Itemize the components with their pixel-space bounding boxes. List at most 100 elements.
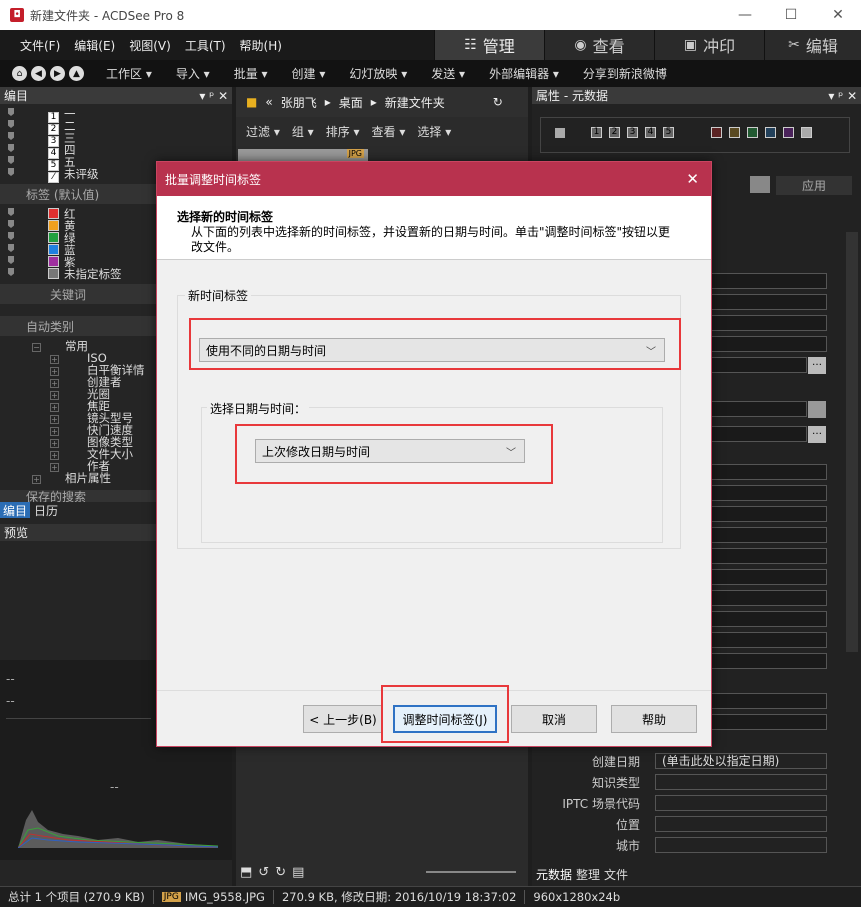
toolbar-workspace[interactable]: 工作区 ▾: [106, 65, 152, 82]
rating-1[interactable]: 1: [591, 127, 602, 138]
knowledge-type-field[interactable]: [655, 774, 827, 790]
chevron-right-icon: ▸: [370, 95, 377, 109]
cancel-button[interactable]: 取消: [511, 705, 597, 733]
expand-icon[interactable]: +: [32, 475, 41, 484]
rating-item[interactable]: 4四: [0, 144, 232, 159]
tab-catalog[interactable]: 编目: [0, 502, 31, 518]
dialog-description: 从下面的列表中选择新的时间标签，并设置新的日期与时间。单击"调整时间标签"按钮以…: [191, 225, 671, 254]
iptc-scene-field[interactable]: [655, 795, 827, 811]
dropdown-arrow[interactable]: [808, 401, 826, 418]
menu-help[interactable]: 帮助(H): [240, 37, 282, 54]
minimize-button[interactable]: —: [722, 0, 768, 30]
menu-file[interactable]: 文件(F): [20, 37, 60, 54]
back-button[interactable]: < 上一步(B): [303, 705, 383, 733]
forward-icon[interactable]: ▶: [50, 66, 65, 81]
breadcrumb-item[interactable]: 张朋飞: [281, 94, 317, 111]
label-swatch[interactable]: [747, 127, 758, 138]
sort-menu[interactable]: 排序 ▾: [326, 123, 360, 140]
label-swatch[interactable]: [801, 127, 812, 138]
mode-edit[interactable]: ✂ 编辑: [764, 30, 861, 60]
expand-icon[interactable]: +: [50, 367, 59, 376]
toolbar-create[interactable]: 创建 ▾: [292, 65, 326, 82]
tab-organize[interactable]: 整理: [576, 866, 600, 883]
expand-icon[interactable]: +: [50, 355, 59, 364]
breadcrumb-item[interactable]: 新建文件夹: [385, 94, 445, 111]
breadcrumb-item[interactable]: 桌面: [339, 94, 363, 111]
dropdown-arrow[interactable]: [750, 176, 770, 193]
breadcrumb-overflow[interactable]: «: [265, 95, 272, 109]
expand-icon[interactable]: +: [50, 403, 59, 412]
maximize-button[interactable]: ☐: [768, 0, 814, 30]
mode-develop[interactable]: ▣ 冲印: [654, 30, 764, 60]
expand-icon[interactable]: +: [50, 463, 59, 472]
rating-item[interactable]: 1一: [0, 108, 232, 123]
label-swatch: [48, 268, 59, 279]
label-swatch[interactable]: [765, 127, 776, 138]
tab-file[interactable]: 文件: [604, 866, 628, 883]
label-swatches: [711, 127, 817, 138]
toolbar-batch[interactable]: 批量 ▾: [234, 65, 268, 82]
dialog-close-icon[interactable]: ✕: [686, 170, 699, 188]
ellipsis-button[interactable]: …: [808, 357, 826, 374]
slideshow-icon[interactable]: ▤: [292, 865, 304, 880]
rating-4[interactable]: 4: [645, 127, 656, 138]
label-swatch[interactable]: [729, 127, 740, 138]
panel-pin-close-icon[interactable]: ▾ ᵖ ✕: [828, 89, 861, 103]
view-menu[interactable]: 查看 ▾: [372, 123, 406, 140]
rotate-right-icon[interactable]: ↻: [275, 865, 286, 880]
expand-icon[interactable]: +: [50, 451, 59, 460]
mode-view[interactable]: ◉ 查看: [544, 30, 654, 60]
checkbox[interactable]: [555, 128, 565, 138]
expand-icon[interactable]: +: [50, 391, 59, 400]
preview-dash: --: [6, 694, 15, 708]
menu-edit[interactable]: 编辑(E): [74, 37, 115, 54]
preview-title: 预览: [4, 526, 29, 540]
collapse-icon[interactable]: −: [32, 343, 41, 352]
toolbar-send[interactable]: 发送 ▾: [431, 65, 465, 82]
menu-view[interactable]: 视图(V): [129, 37, 171, 54]
refresh-icon[interactable]: ↻: [493, 95, 503, 109]
scrollbar[interactable]: [846, 232, 858, 652]
back-icon[interactable]: ◀: [31, 66, 46, 81]
preview-dash: --: [6, 672, 15, 686]
label-swatch[interactable]: [783, 127, 794, 138]
menu-tools[interactable]: 工具(T): [185, 37, 226, 54]
preview-dash: --: [110, 780, 119, 794]
expand-icon[interactable]: +: [50, 415, 59, 424]
filter-menu[interactable]: 过滤 ▾: [246, 123, 280, 140]
rating-5[interactable]: 5: [663, 127, 674, 138]
toolbar-import[interactable]: 导入 ▾: [176, 65, 210, 82]
city-field[interactable]: [655, 837, 827, 853]
rotate-left-icon[interactable]: ↺: [258, 865, 269, 880]
toolbar-external-editor[interactable]: 外部编辑器 ▾: [489, 65, 559, 82]
toolbar-slideshow[interactable]: 幻灯放映 ▾: [349, 65, 407, 82]
created-date-field[interactable]: (单击此处以指定日期): [655, 753, 827, 769]
tab-calendar[interactable]: 日历: [30, 502, 62, 518]
tab-metadata[interactable]: 元数据: [536, 866, 572, 883]
ellipsis-button[interactable]: …: [808, 426, 826, 443]
close-button[interactable]: ✕: [815, 0, 861, 30]
location-field[interactable]: [655, 816, 827, 832]
help-button[interactable]: 帮助: [611, 705, 697, 733]
toolbar-share-weibo[interactable]: 分享到新浪微博: [583, 65, 667, 82]
rating-2[interactable]: 2: [609, 127, 620, 138]
expand-icon[interactable]: +: [50, 379, 59, 388]
expand-icon[interactable]: +: [50, 427, 59, 436]
panel-pin-close-icon[interactable]: ▾ ᵖ ✕: [199, 89, 232, 103]
select-menu[interactable]: 选择 ▾: [417, 123, 451, 140]
thumbnail[interactable]: JPG: [238, 149, 368, 161]
home-icon[interactable]: ⌂: [12, 66, 27, 81]
apply-button[interactable]: 应用: [776, 176, 852, 195]
label-swatch[interactable]: [711, 127, 722, 138]
rating-3[interactable]: 3: [627, 127, 638, 138]
mode-manage[interactable]: ☷ 管理: [434, 30, 544, 60]
properties-tabs: 元数据 整理 文件: [536, 866, 628, 883]
zoom-slider[interactable]: [426, 871, 516, 873]
import-icon[interactable]: ⬒: [240, 865, 252, 880]
rating-item[interactable]: 3三: [0, 132, 232, 147]
group-menu[interactable]: 组 ▾: [292, 123, 314, 140]
rating-item[interactable]: 2二: [0, 120, 232, 135]
up-icon[interactable]: ▲: [69, 66, 84, 81]
mode-view-label: 查看: [592, 37, 625, 56]
expand-icon[interactable]: +: [50, 439, 59, 448]
